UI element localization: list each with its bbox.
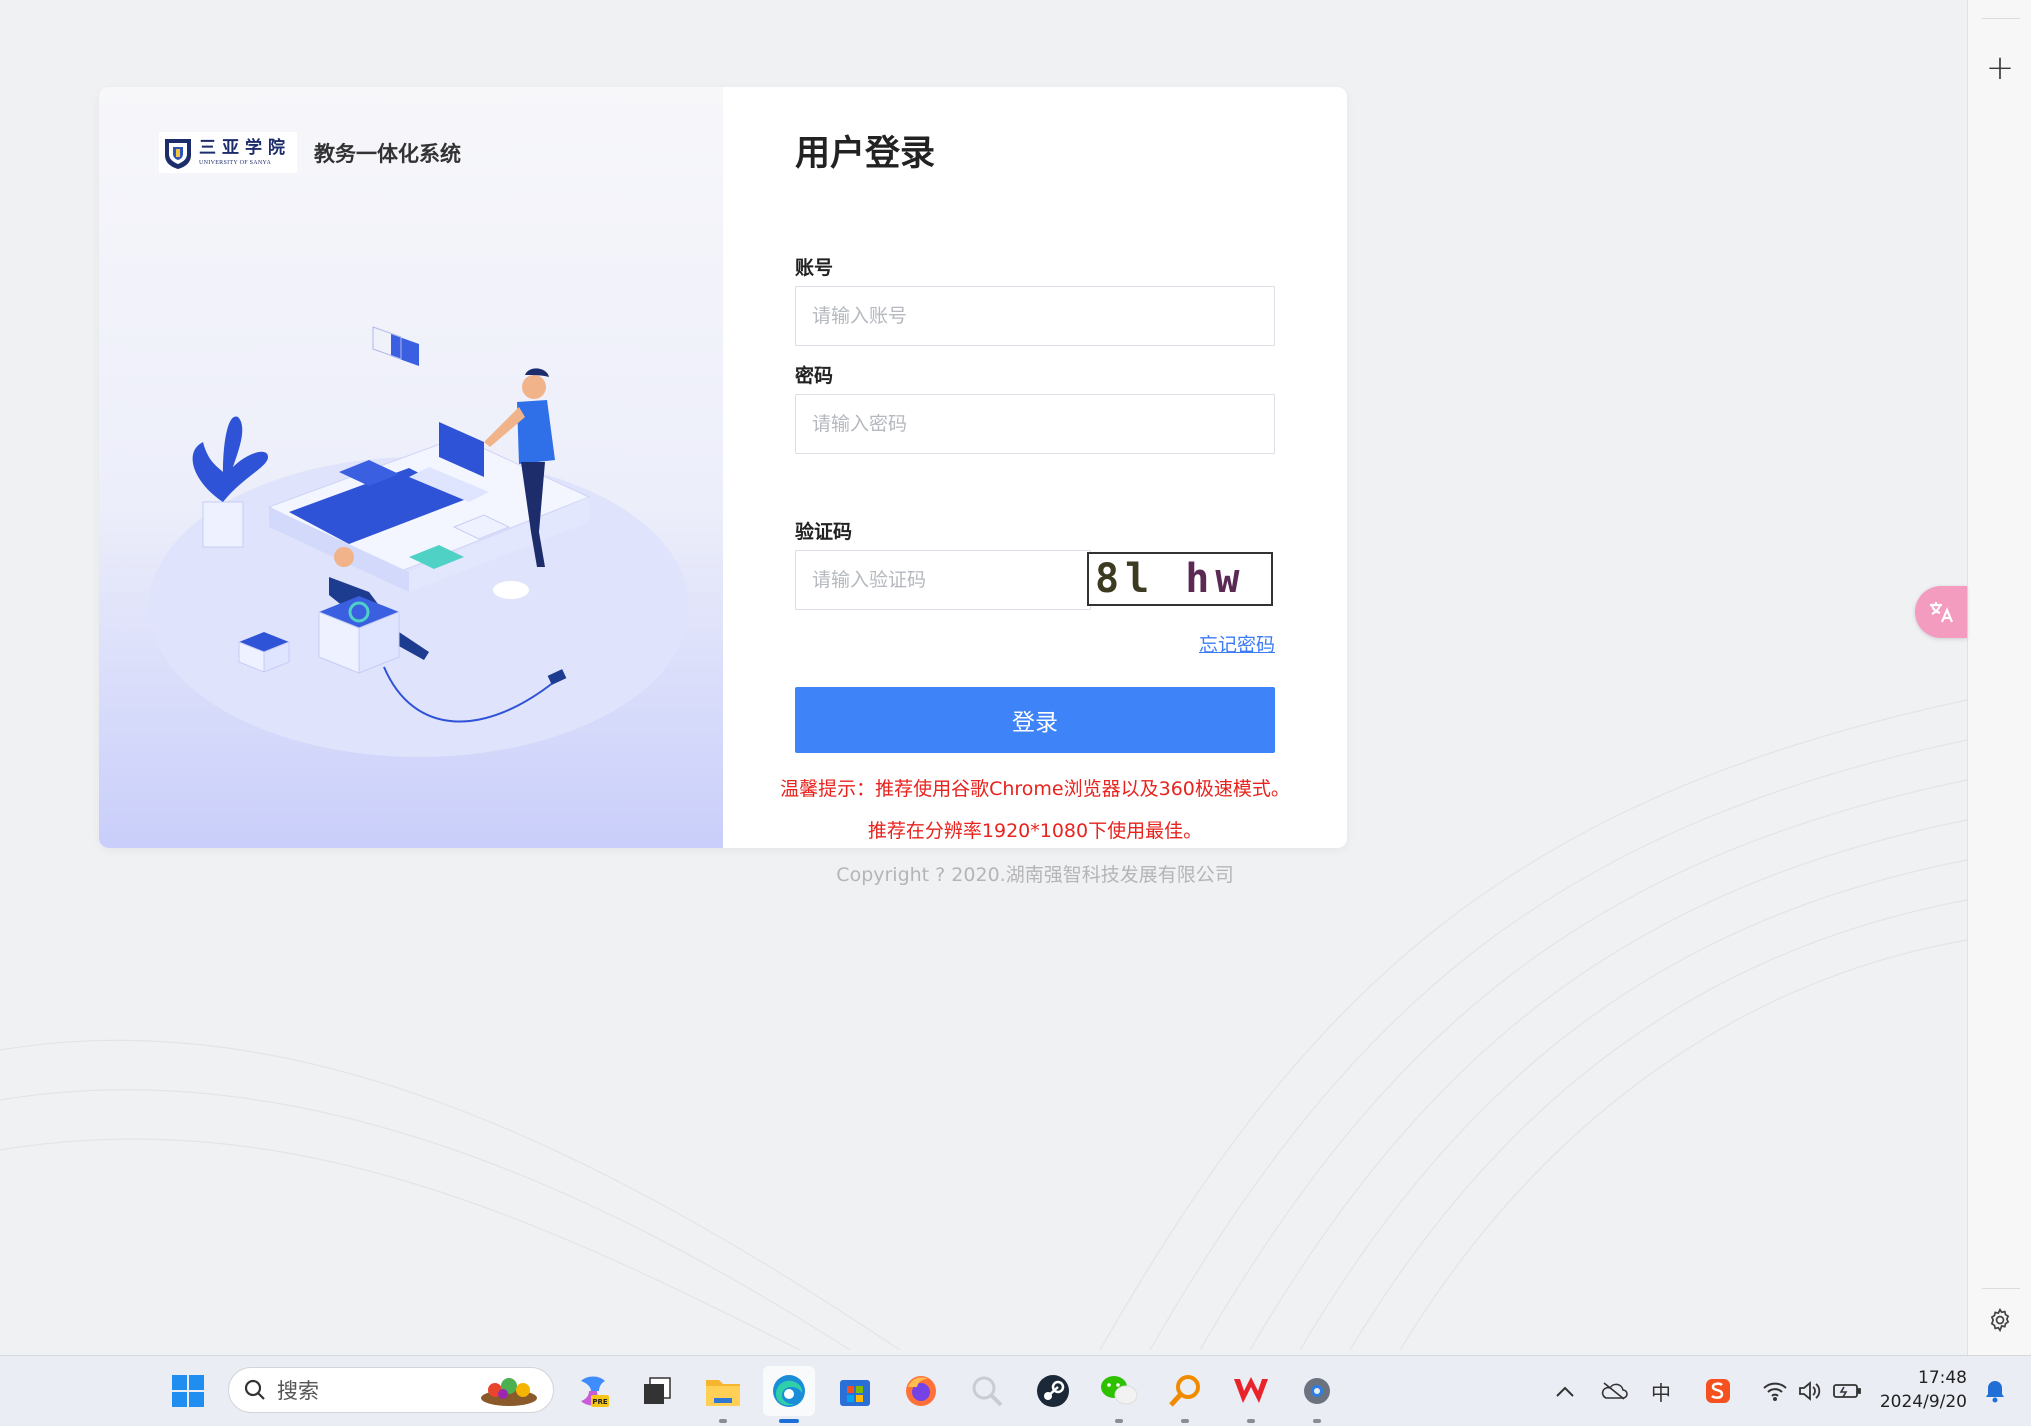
task-view-icon[interactable] <box>631 1366 683 1416</box>
sogou-icon[interactable] <box>1700 1356 1736 1426</box>
school-logo: 三亚学院 UNIVERSITY OF SANYA <box>159 132 297 173</box>
search-icon <box>244 1379 265 1400</box>
login-title: 用户登录 <box>795 134 936 174</box>
login-form-panel: 用户登录 账号 密码 验证码 8l hw 忘记密码 登录 温馨提示：推荐使用谷歌… <box>723 87 1347 848</box>
login-button[interactable]: 登录 <box>795 687 1275 753</box>
wps-icon[interactable] <box>1225 1366 1277 1423</box>
running-indicator <box>1115 1419 1123 1423</box>
wechat-icon[interactable] <box>1093 1366 1145 1423</box>
translate-icon[interactable] <box>1915 586 1967 638</box>
search-highlight-icon <box>481 1378 537 1406</box>
ime-indicator[interactable]: 中 <box>1646 1356 1676 1426</box>
running-indicator <box>1247 1419 1255 1423</box>
wifi-icon[interactable] <box>1758 1356 1792 1426</box>
school-crest-icon <box>165 138 191 169</box>
password-label: 密码 <box>795 365 834 387</box>
clock-date: 2024/9/20 <box>1879 1392 1967 1412</box>
search-tool-icon[interactable] <box>1159 1366 1211 1423</box>
active-indicator <box>779 1419 799 1423</box>
logo-cn-text: 三亚学院 <box>199 137 291 158</box>
running-indicator <box>719 1419 727 1423</box>
steam-icon[interactable] <box>1027 1366 1079 1416</box>
captcha-text: 8l hw <box>1095 556 1246 602</box>
running-indicator <box>1313 1419 1321 1423</box>
captcha-input[interactable] <box>795 550 1091 610</box>
logo-en-text: UNIVERSITY OF SANYA <box>199 159 272 166</box>
captcha-label: 验证码 <box>795 521 853 543</box>
edge-icon[interactable] <box>763 1366 815 1423</box>
windows-taskbar: 搜索 PRE 中 17:48 2024/9/20 <box>0 1355 2031 1426</box>
tip-line-2: 推荐在分辨率1920*1080下使用最佳。 <box>867 820 1203 842</box>
store-icon[interactable] <box>829 1366 881 1416</box>
taskbar-search-box[interactable]: 搜索 <box>228 1367 554 1413</box>
new-tab-plus-icon[interactable]: + <box>1978 46 2022 90</box>
clock-time: 17:48 <box>1918 1368 1967 1388</box>
onedrive-icon[interactable] <box>1596 1356 1632 1426</box>
settings-icon[interactable] <box>1291 1366 1343 1423</box>
battery-icon[interactable] <box>1828 1356 1866 1426</box>
sidebar-divider <box>1982 1288 2020 1289</box>
volume-icon[interactable] <box>1792 1356 1826 1426</box>
notification-bell-icon[interactable] <box>1975 1356 2015 1426</box>
browser-sidebar <box>1967 0 2031 1355</box>
tip-line-1: 温馨提示：推荐使用谷歌Chrome浏览器以及360极速模式。 <box>780 778 1290 800</box>
running-indicator <box>1181 1419 1189 1423</box>
magnifier-icon[interactable] <box>961 1366 1013 1416</box>
copyright-text: Copyright ? 2020.湖南强智科技发展有限公司 <box>836 864 1234 886</box>
chevron-up-icon[interactable] <box>1550 1356 1580 1426</box>
sidebar-divider <box>1982 18 2020 19</box>
svg-text:PRE: PRE <box>592 1398 608 1406</box>
captcha-image[interactable]: 8l hw <box>1087 552 1273 606</box>
folder-icon[interactable] <box>697 1366 749 1423</box>
password-input[interactable] <box>795 394 1275 454</box>
windows-start-icon[interactable] <box>162 1366 214 1416</box>
account-label: 账号 <box>795 257 834 279</box>
account-input[interactable] <box>795 286 1275 346</box>
card-illustration-panel: 三亚学院 UNIVERSITY OF SANYA 教务一体化系统 <box>99 87 723 848</box>
firefox-icon[interactable] <box>895 1366 947 1416</box>
taskbar-search-label: 搜索 <box>277 1379 319 1403</box>
sidebar-settings-gear-icon[interactable] <box>1978 1298 2022 1342</box>
taskbar-clock[interactable]: 17:48 2024/9/20 <box>1875 1366 1967 1414</box>
office-illustration <box>149 326 689 757</box>
copilot-icon[interactable]: PRE <box>567 1366 619 1416</box>
login-card: 三亚学院 UNIVERSITY OF SANYA 教务一体化系统 用户登录 账号… <box>99 87 1347 848</box>
system-name: 教务一体化系统 <box>314 142 461 166</box>
forgot-password-link[interactable]: 忘记密码 <box>1199 630 1275 657</box>
